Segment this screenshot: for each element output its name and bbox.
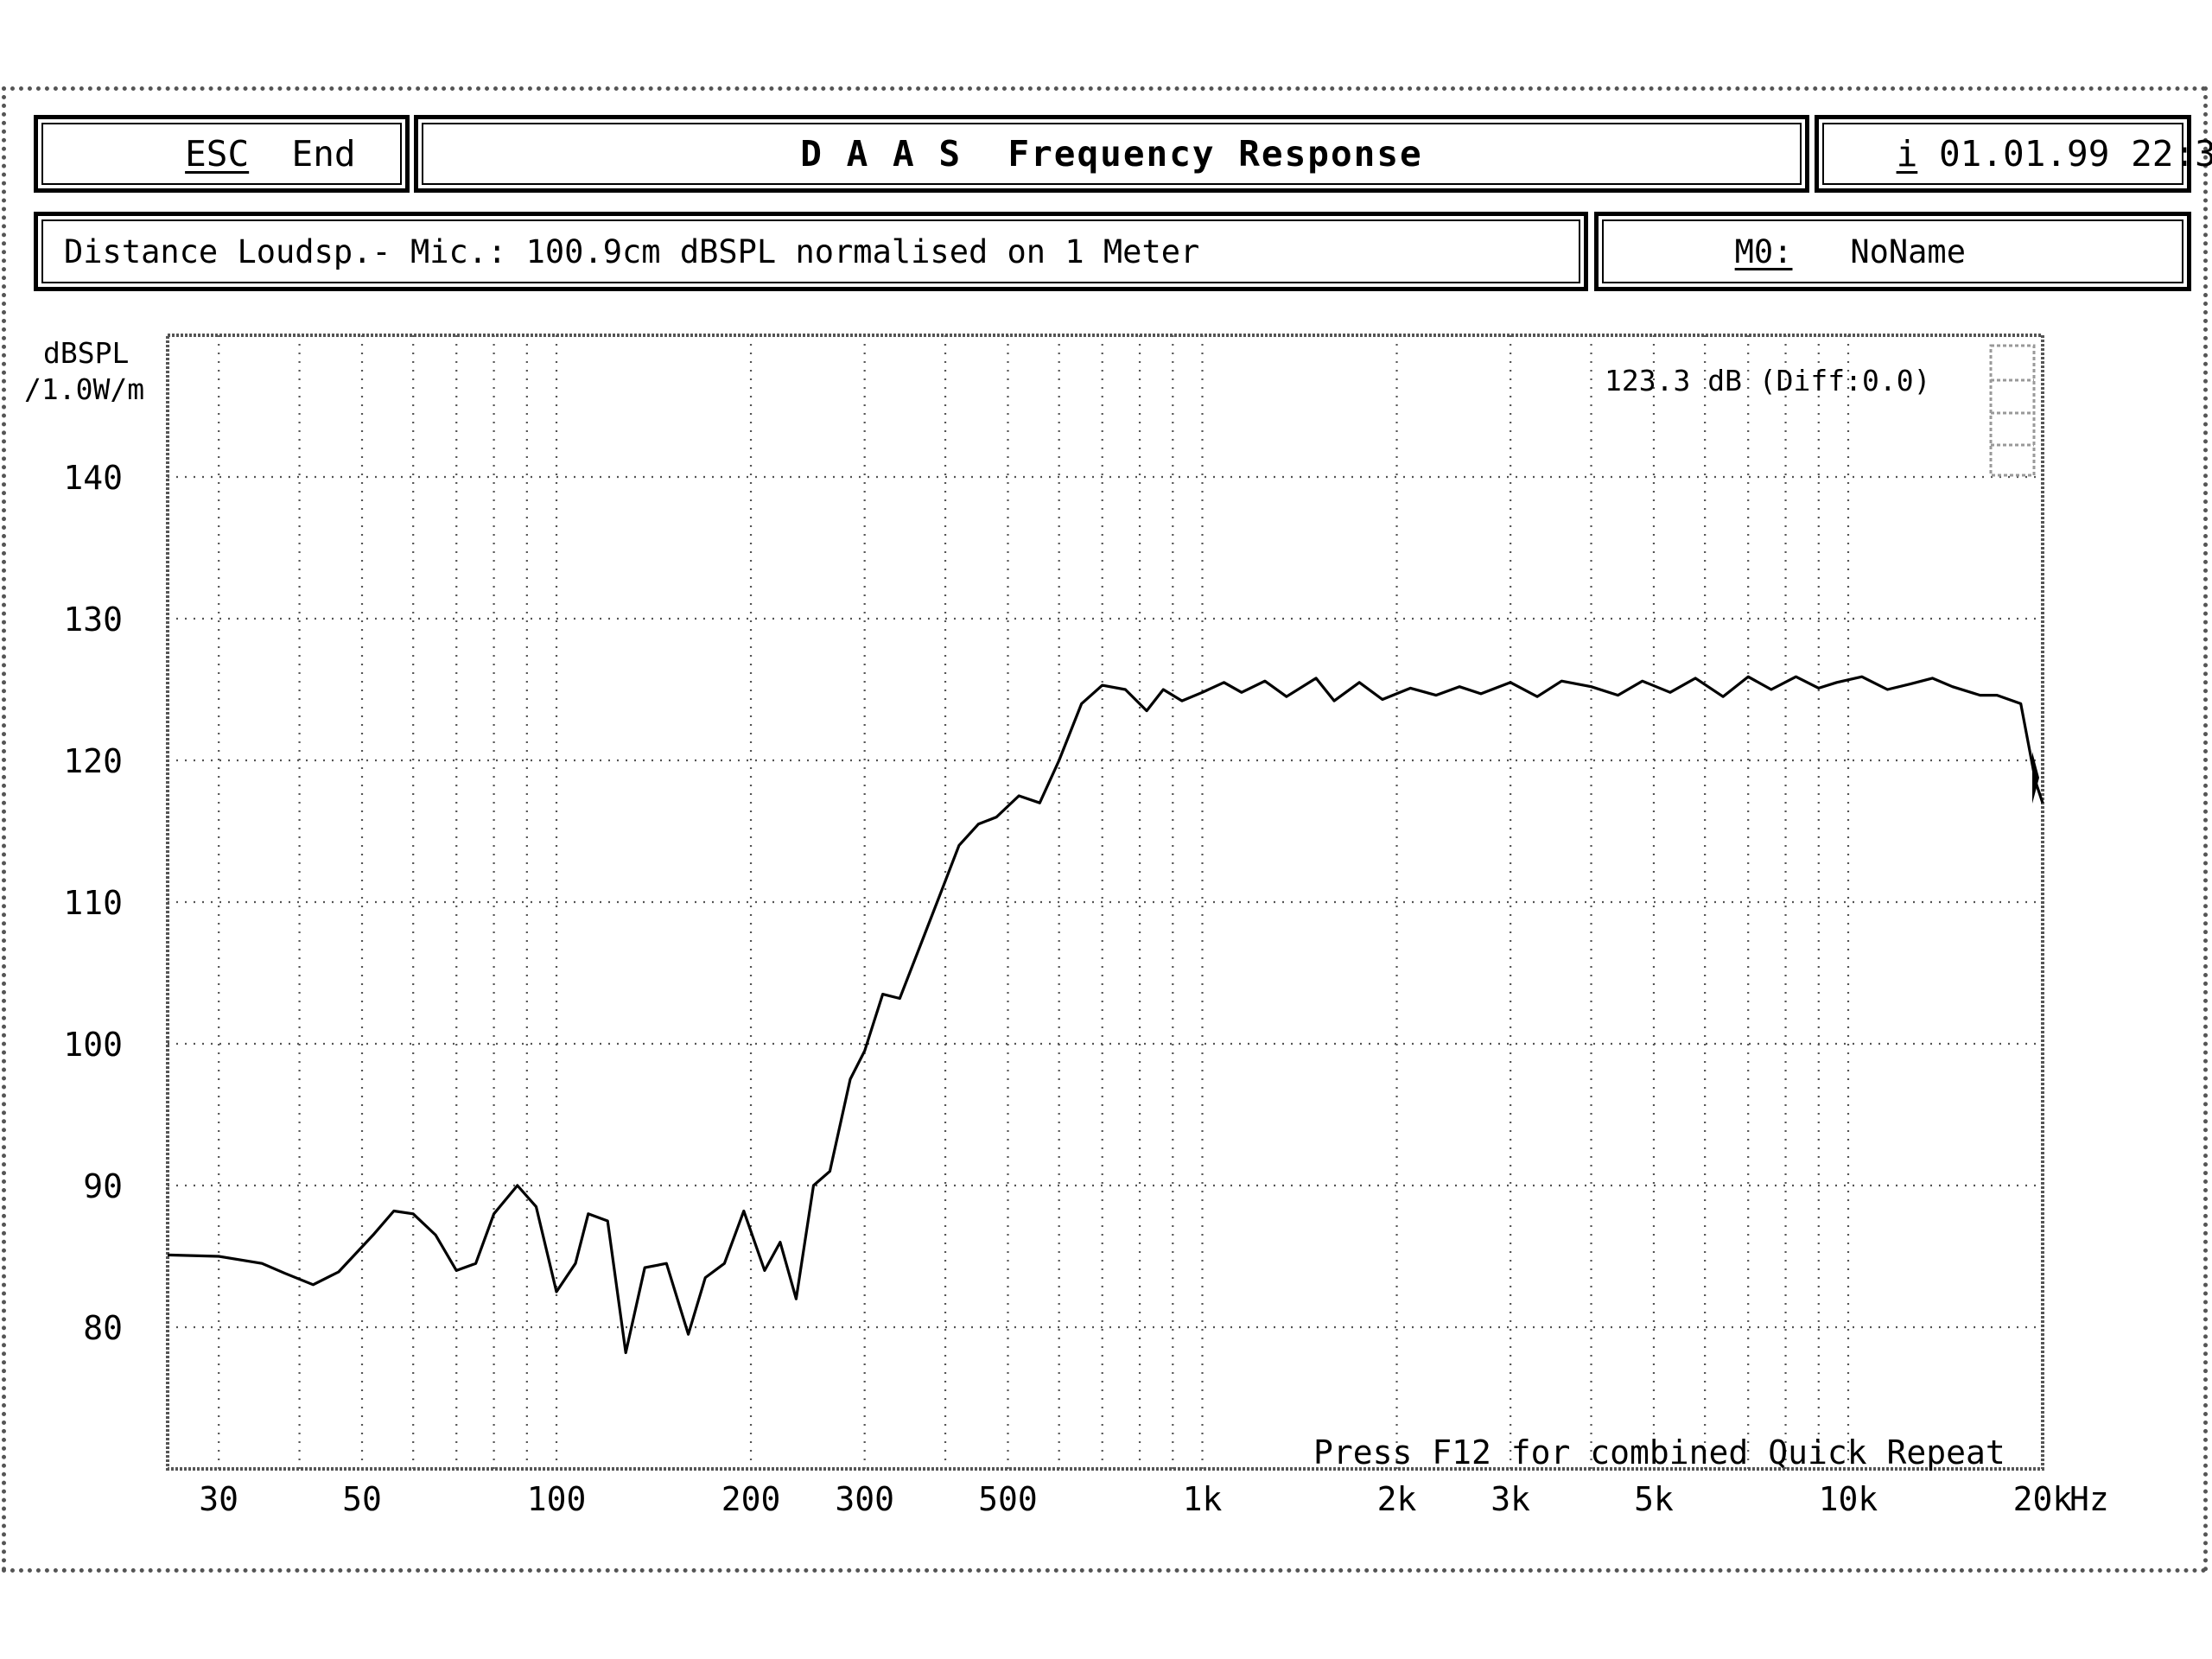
esc-key: ESC [185,133,250,175]
y-axis-label: dBSPL [43,336,129,370]
x-tick-label: 300 [835,1480,894,1518]
memory-key: M0: [1734,232,1793,270]
y-tick-label: 90 [83,1167,123,1205]
quick-repeat-hint: Press F12 for combined Quick Repeat [1313,1433,2005,1471]
x-axis-unit: Hz [2069,1480,2109,1518]
x-tick-label: 200 [721,1480,781,1518]
memory-name: NoName [1850,232,1966,270]
y-tick-label: 100 [63,1026,123,1064]
x-tick-label: 100 [527,1480,587,1518]
distance-text: Distance Loudsp.- Mic.: 100.9cm dBSPL no… [64,232,1200,270]
x-axis-ticks: 30 50 100 200 300 500 1k 2k 3k 5k 10k 20k [199,1480,2072,1518]
plot-frame [166,334,2044,1471]
x-tick-label: 50 [342,1480,382,1518]
app-title: D A A S Frequency Response [800,133,1423,175]
info-datetime-button[interactable]: i 01.01.99 22:35 [1815,115,2212,193]
esc-key-label: ESC End [57,92,356,216]
y-tick-label: 120 [63,742,123,780]
x-tick-label: 3k [1491,1480,1530,1518]
x-tick-label: 20k [2013,1480,2073,1518]
datetime: 01.01.99 22:35 [1938,133,2212,175]
end-label: End [291,133,356,175]
y-tick-label: 130 [63,601,123,639]
response-curve [167,675,2044,1355]
x-tick-label: 1k [1183,1480,1223,1518]
x-tick-label: 5k [1634,1480,1674,1518]
y-axis-ticks: 80 90 100 110 120 130 140 [63,459,123,1347]
level-readout: 123.3 dB (Diff:0.0) [1605,364,1931,397]
plot-grid [168,335,2043,1469]
y-tick-label: 80 [83,1309,123,1347]
x-tick-label: 2k [1377,1480,1417,1518]
level-meter-icon [1989,344,2036,477]
y-axis-unit: /1.0W/m [24,372,144,406]
x-tick-label: 10k [1819,1480,1878,1518]
y-tick-label: 110 [63,884,123,922]
y-tick-label: 140 [63,459,123,497]
x-tick-label: 30 [199,1480,238,1518]
escape-end-button[interactable]: ESC End [34,115,410,193]
memory-slot: M0: NoName [1619,196,1966,308]
info-key: i [1896,133,1918,175]
x-tick-label: 500 [978,1480,1038,1518]
